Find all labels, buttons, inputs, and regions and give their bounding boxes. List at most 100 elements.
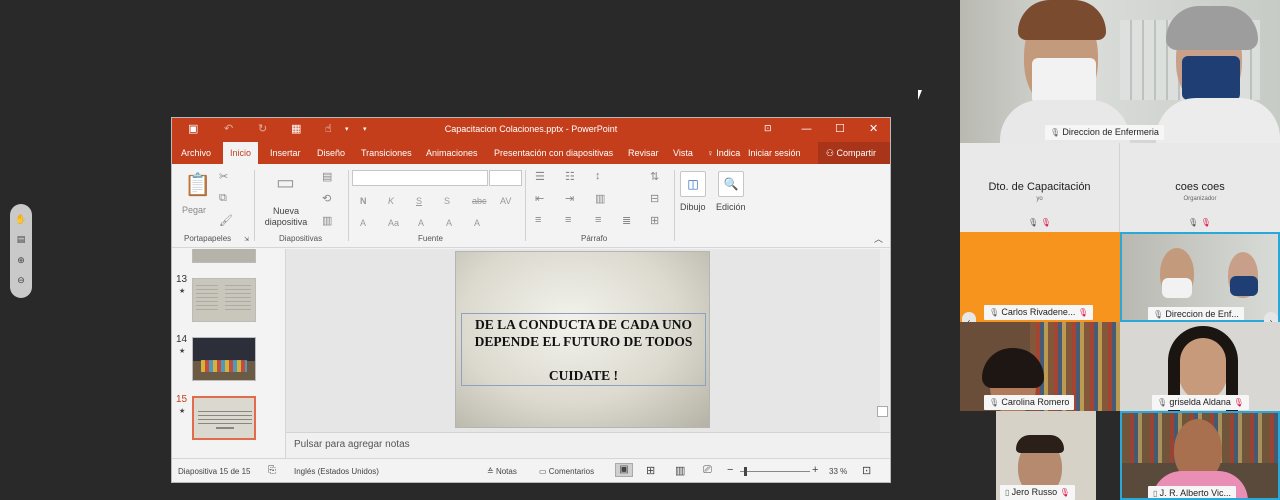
slide-thumbnail[interactable] [192,278,256,322]
name-tag: 🎙 Direccion de Enf... [1148,307,1244,320]
zoom-out-icon[interactable]: ⊖ [17,277,25,286]
shrink-font-button[interactable]: A [446,218,452,228]
change-case-button[interactable]: Aa [388,218,399,228]
tell-me-search[interactable]: ♀ Indica [707,148,740,158]
bold-button[interactable]: N [360,196,367,206]
normal-view-icon[interactable]: ▣ [615,463,633,477]
editing-label[interactable]: Edición [716,202,746,212]
video-tile[interactable]: 🎙 griselda Aldana 🎙 [1120,322,1280,411]
strikethrough-button[interactable]: abc [472,196,487,206]
reading-view-icon[interactable]: ▥ [675,464,685,477]
align-right-icon[interactable]: ≡ [595,214,601,226]
video-tile[interactable]: 🎙 Carlos Rivadene... 🎙 [960,232,1120,322]
tab-revisar[interactable]: Revisar [628,148,659,158]
mic-muted-icon: 🎙 [1233,398,1244,407]
editing-button[interactable]: 🔍 [718,171,744,197]
numbering-icon[interactable]: ☷ [565,170,575,183]
fit-slide-icon[interactable]: ⊡ [862,464,871,477]
phone-icon: ▯ [1005,488,1012,497]
close-button[interactable]: ✕ [869,122,878,135]
bullets-icon[interactable]: ☰ [535,170,545,183]
hand-icon[interactable]: ✋ [15,215,26,225]
shadow-button[interactable]: S [444,196,450,206]
clear-format-button[interactable]: A [474,218,480,228]
notes-pane[interactable]: Pulsar para agregar notas [286,432,890,460]
share-button[interactable]: ⚇ Compartir [817,142,890,164]
drawing-label[interactable]: Dibujo [680,202,706,212]
tab-presentacion[interactable]: Presentación con diapositivas [494,148,613,158]
fit-icon[interactable]: ▤ [17,236,26,245]
collapse-ribbon-icon[interactable]: ︿ [874,232,883,245]
cut-icon[interactable]: ✂ [219,170,228,183]
justify-icon[interactable]: ≣ [622,214,631,227]
zoom-level[interactable]: 33 % [829,467,847,476]
slideshow-icon[interactable]: ⎚ [703,464,712,477]
tab-insertar[interactable]: Insertar [270,148,301,158]
line-spacing-icon[interactable]: ↕ [595,170,601,182]
video-tile-spotlight[interactable]: 🎙 Direccion de Enfermeria [960,0,1280,143]
group-separator [674,170,675,241]
drawing-button[interactable]: ◫ [680,171,706,197]
format-painter-icon[interactable]: 🖌 [219,214,233,227]
video-tile[interactable]: ▯ Jero Russo 🎙 [960,411,1120,500]
zoom-in-button[interactable]: + [812,464,818,476]
tab-diseno[interactable]: Diseño [317,148,345,158]
language-indicator[interactable]: Inglés (Estados Unidos) [294,467,379,476]
copy-icon[interactable]: ⧉ [219,192,227,205]
smartart-icon[interactable]: ⊞ [650,214,659,227]
video-tile-active-speaker[interactable]: 🎙 Direccion de Enf... [1120,232,1280,322]
section-icon[interactable]: ▥ [322,214,332,227]
notes-toggle[interactable]: ≙ Notas [487,467,517,476]
comments-toggle[interactable]: ▭ Comentarios [539,467,594,476]
slide-thumbnail-active[interactable] [192,396,256,440]
slide-thumbnail[interactable] [192,337,256,381]
participant-tile-coes[interactable]: coes coes Organizador 🎙 🎙 [1120,143,1280,232]
slide-text-box[interactable]: DE LA CONDUCTA DE CADA UNO DEPENDE EL FU… [461,313,706,386]
zoom-out-button[interactable]: − [727,464,733,476]
reset-icon[interactable]: ⟲ [322,192,331,205]
tab-inicio[interactable]: Inicio [223,142,259,164]
zoom-slider-thumb[interactable] [744,467,747,476]
current-slide[interactable]: DE LA CONDUCTA DE CADA UNO DEPENDE EL FU… [455,251,710,428]
grow-font-button[interactable]: A [418,218,424,228]
spellcheck-icon[interactable]: ⎘ [268,465,276,476]
char-spacing-button[interactable]: AV [500,196,511,206]
font-size-input[interactable] [489,170,522,186]
font-color-button[interactable]: A [360,218,366,228]
participant-tile-capacitacion[interactable]: Dto. de Capacitación yo 🎙 🎙 [960,143,1120,232]
minimize-button[interactable]: — [801,122,812,135]
italic-button[interactable]: K [388,196,394,206]
group-label-diapositivas: Diapositivas [279,234,323,243]
slide-sorter-icon[interactable]: ⊞ [646,464,655,477]
lightbulb-icon: ♀ [707,148,717,158]
tab-vista[interactable]: Vista [673,148,693,158]
maximize-button[interactable]: ☐ [835,122,845,135]
paste-label[interactable]: Pegar [182,205,206,215]
vertical-scrollbar[interactable] [880,249,890,432]
launcher-icon[interactable]: ⇲ [244,236,249,243]
text-direction-icon[interactable]: ⇅ [650,170,659,183]
video-tile[interactable]: ▯ J. R. Alberto Vic... [1120,411,1280,500]
font-name-input[interactable] [352,170,488,186]
slide-thumbnail[interactable] [192,249,256,263]
tab-transiciones[interactable]: Transiciones [361,148,412,158]
align-center-icon[interactable]: ≡ [565,214,571,226]
scroll-corner [877,406,888,417]
tab-archivo[interactable]: Archivo [181,148,211,158]
video-tile[interactable]: 🎙 Carolina Romero [960,322,1120,411]
new-slide-label[interactable]: Nueva diapositiva [262,206,310,228]
zoom-in-icon[interactable]: ⊕ [17,256,25,266]
layout-icon[interactable]: ▤ [322,170,332,183]
decrease-indent-icon[interactable]: ⇤ [535,192,544,205]
columns-icon[interactable]: ▥ [595,192,605,205]
tab-animaciones[interactable]: Animaciones [426,148,478,158]
align-left-icon[interactable]: ≡ [535,214,541,226]
underline-button[interactable]: S [416,196,422,206]
ribbon-options-icon[interactable]: ⊡ [764,124,772,134]
sign-in-link[interactable]: Iniciar sesión [748,148,801,158]
paste-icon[interactable]: 📋 [184,172,211,198]
increase-indent-icon[interactable]: ⇥ [565,192,574,205]
new-slide-icon[interactable]: ▭ [276,170,295,195]
zoom-slider[interactable] [740,471,810,472]
align-text-icon[interactable]: ⊟ [650,192,659,205]
